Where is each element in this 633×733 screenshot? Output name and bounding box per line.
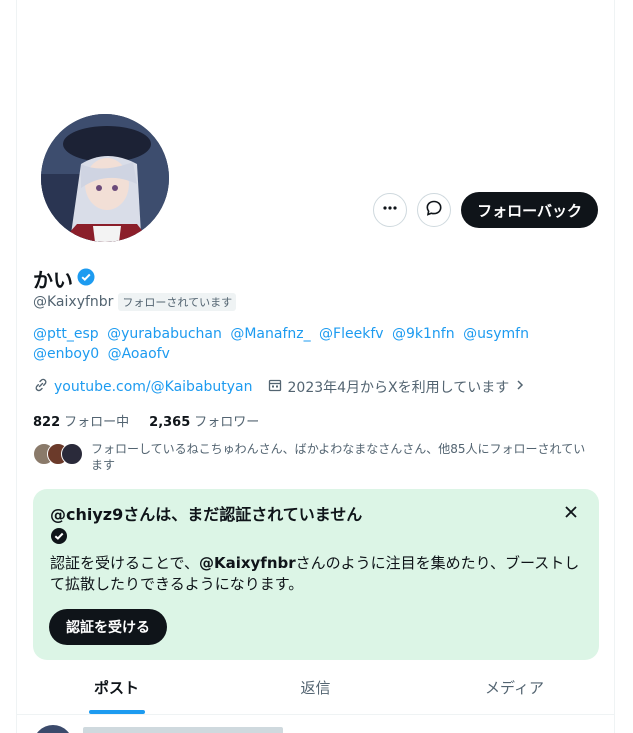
tab-replies[interactable]: 返信 [216,660,415,714]
bio-mention[interactable]: @enboy0 [33,346,99,362]
following-label: フォロー中 [64,415,130,430]
more-icon [382,200,398,220]
profile-handle-row: @Kaixyfnbr フォローされています [33,293,237,311]
verify-body-prefix: 認証を受けることで、 [50,554,199,572]
profile-joined[interactable]: 2023年4月からXを利用しています [267,377,527,397]
followers-label: フォロワー [194,415,260,430]
following-count: 822 [33,415,61,430]
profile-tabs: ポスト 返信 メディア [17,660,614,715]
verify-body-handle: @Kaixyfnbr [198,554,296,572]
verify-card-body: 認証を受けることで、@Kaixyfnbrさんのように注目を集めたり、ブーストして… [50,553,590,595]
tab-label: 返信 [300,678,331,697]
profile-meta: youtube.com/@Kaibabutyan 2023年4月からXを利用して… [33,377,526,397]
bio-mention[interactable]: @yurababuchan [107,326,222,342]
profile-actions: フォローバック [373,192,598,228]
post-preview-partial [17,715,614,733]
followed-by-row[interactable]: フォローしているねこちゅわんさん、ばかよわなまなさんさん、他85人にフォローされ… [33,441,591,473]
bio-mention[interactable]: @Aoaofv [108,346,170,362]
tab-posts[interactable]: ポスト [17,660,216,714]
active-tab-indicator [88,710,145,714]
profile-bio: @ptt_esp @yurababuchan @Manafnz_ @Fleekf… [33,324,593,364]
bio-mention[interactable]: @Fleekfv [319,326,384,342]
message-button[interactable] [417,193,452,227]
profile-counts: 822 フォロー中 2,365 フォロワー [33,411,259,430]
link-icon [33,377,49,397]
verified-check-icon [50,525,68,544]
profile-column: フォローバック かい @Kaixyfnbr フォローされています @ptt_es… [16,0,615,733]
profile-name: かい [33,268,73,292]
bio-mention[interactable]: @Manafnz_ [230,326,310,342]
bio-mention[interactable]: @ptt_esp [33,326,99,342]
more-button[interactable] [373,193,408,227]
verify-card-title: @chiyz9さんは、まだ認証されていません [50,505,530,545]
followed-by-avatars [33,443,83,473]
follow-back-button[interactable]: フォローバック [461,192,598,228]
followers-count-link[interactable]: 2,365 フォロワー [149,411,259,430]
message-icon [425,199,443,221]
verify-card-close-button[interactable] [561,503,581,523]
mini-avatar [61,443,83,465]
bio-mention[interactable]: @usymfn [463,326,529,342]
followers-count: 2,365 [149,415,191,430]
profile-avatar[interactable] [37,110,173,246]
post-header-partial [83,727,283,733]
verify-card-title-text: @chiyz9さんは、まだ認証されていません [50,505,363,524]
joined-text: 2023年4月からXを利用しています [287,380,510,396]
followed-by-text: フォローしているねこちゅわんさん、ばかよわなまなさんさん、他85人にフォローされ… [91,442,586,472]
profile-handle: @Kaixyfnbr [33,294,114,310]
get-verified-button[interactable]: 認証を受ける [49,609,167,645]
verified-badge-icon[interactable] [77,268,95,290]
following-count-link[interactable]: 822 フォロー中 [33,411,129,430]
tab-media[interactable]: メディア [415,660,614,714]
profile-name-row: かい [33,264,95,293]
chevron-right-icon [514,379,526,395]
profile-link-text[interactable]: youtube.com/@Kaibabutyan [54,379,253,395]
verify-promo-card: @chiyz9さんは、まだ認証されていません 認証を受けることで、@Kaixyf… [33,489,599,660]
bio-mention[interactable]: @9k1nfn [392,326,455,342]
tab-label: メディア [485,678,544,697]
follows-you-badge: フォローされています [118,293,237,311]
tab-label: ポスト [93,678,139,697]
close-icon [564,504,578,523]
post-avatar[interactable] [33,725,73,733]
calendar-icon [267,377,283,397]
profile-link[interactable]: youtube.com/@Kaibabutyan [33,377,253,397]
